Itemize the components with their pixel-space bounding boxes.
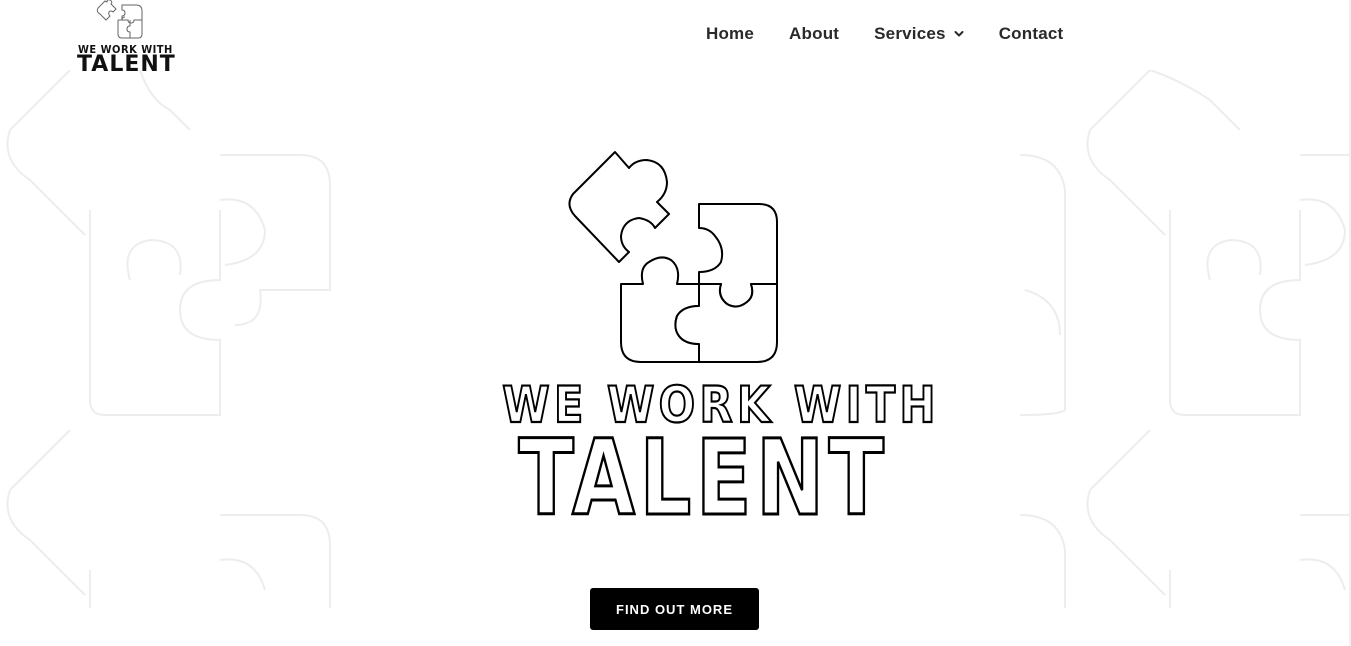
puzzle-icon <box>96 0 143 39</box>
site-logo[interactable]: WE WORK WITH TALENT <box>76 0 175 80</box>
page: WE WORK WITH TALENT Home About Services … <box>0 0 1351 646</box>
puzzle-icon <box>568 151 778 363</box>
main-nav: Home About Services Contact <box>706 22 1063 46</box>
nav-item-label: About <box>789 24 840 43</box>
find-out-more-button[interactable]: FIND OUT MORE <box>590 588 759 630</box>
logo-text-line2: TALENT <box>77 52 176 77</box>
chevron-down-icon[interactable] <box>954 29 964 39</box>
nav-item-home[interactable]: Home <box>706 24 754 44</box>
find-out-more-label: FIND OUT MORE <box>616 601 733 617</box>
hero-title-line2: TALENT <box>517 417 889 539</box>
nav-item-label: Home <box>706 24 755 43</box>
nav-item-services[interactable]: Services <box>874 24 964 44</box>
site-header: WE WORK WITH TALENT Home About Services … <box>0 0 1351 92</box>
nav-item-contact[interactable]: Contact <box>999 24 1064 44</box>
nav-item-label: Services <box>874 24 946 43</box>
nav-item-about[interactable]: About <box>789 24 839 44</box>
nav-item-label: Contact <box>998 24 1064 43</box>
